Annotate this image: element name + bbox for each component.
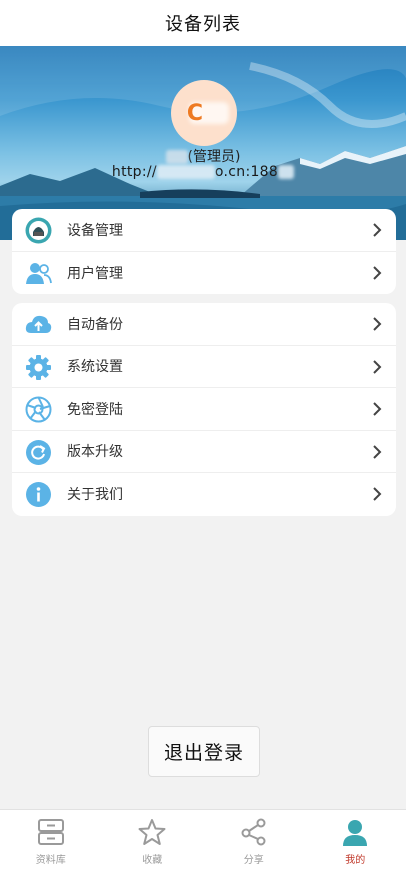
server-url: http:// o.cn:188 <box>0 164 406 180</box>
tab-library[interactable]: 资料库 <box>0 810 102 879</box>
chevron-right-icon <box>373 359 382 374</box>
aperture-icon <box>25 396 52 423</box>
username-mask <box>165 150 188 164</box>
menu-label: 免密登陆 <box>67 401 123 418</box>
tab-label: 收藏 <box>142 855 163 866</box>
bottom-tab-bar: 资料库 收藏 分享 我的 <box>0 809 406 879</box>
chevron-right-icon <box>373 317 382 331</box>
menu-item-passwordless-login[interactable]: 免密登陆 <box>12 388 396 431</box>
menu-item-version-upgrade[interactable]: 版本升级 <box>12 431 396 473</box>
share-icon <box>239 817 269 847</box>
menu-item-device-management[interactable]: 设备管理 <box>12 209 396 252</box>
menu-item-auto-backup[interactable]: 自动备份 <box>12 303 396 346</box>
url-mask <box>156 165 215 179</box>
top-bar: 设备列表 <box>0 0 406 46</box>
chevron-right-icon <box>373 265 382 280</box>
drawer-icon <box>36 817 66 847</box>
url-middle: o.cn:188 <box>214 164 279 180</box>
logout-button[interactable]: 退出登录 <box>148 726 260 777</box>
chevron-right-icon <box>373 223 382 237</box>
chevron-right-icon <box>373 487 382 501</box>
menu-label: 自动备份 <box>67 316 123 333</box>
app-root: 设备列表 C (管理员) http:// o.cn:188 设备管理 用户管理 自… <box>0 0 406 879</box>
chevron-right-icon <box>373 402 382 416</box>
menu-item-system-settings[interactable]: 系统设置 <box>12 346 396 388</box>
menu-item-user-management[interactable]: 用户管理 <box>12 252 396 295</box>
refresh-icon <box>25 439 52 466</box>
person-icon <box>340 817 370 847</box>
role-label: (管理员) <box>187 149 241 165</box>
chevron-right-icon <box>373 444 382 459</box>
tab-label: 资料库 <box>35 855 66 866</box>
menu-label: 设备管理 <box>67 222 123 239</box>
avatar-letter: C <box>186 100 204 126</box>
info-icon <box>25 481 52 508</box>
menu-label: 版本升级 <box>67 444 123 461</box>
tab-mine[interactable]: 我的 <box>305 810 406 879</box>
avatar[interactable]: C <box>171 80 237 146</box>
tab-label: 我的 <box>345 855 366 866</box>
menu-card-system: 自动备份 系统设置 免密登陆 版本升级 关于我们 <box>12 303 396 516</box>
cloud-upload-icon <box>25 311 52 338</box>
menu-label: 用户管理 <box>67 265 123 282</box>
page-title: 设备列表 <box>165 14 241 35</box>
tab-favorites[interactable]: 收藏 <box>102 810 204 879</box>
tab-label: 分享 <box>243 855 264 866</box>
star-icon <box>137 817 167 847</box>
url-mask-end <box>278 165 295 179</box>
menu-label: 系统设置 <box>67 359 123 376</box>
gear-icon <box>25 354 52 381</box>
user-role: (管理员) <box>0 146 406 166</box>
menu-label: 关于我们 <box>67 487 123 504</box>
device-management-icon <box>25 217 52 244</box>
users-icon <box>25 260 52 287</box>
url-prefix: http:// <box>111 164 157 180</box>
menu-card-account: 设备管理 用户管理 <box>12 209 396 294</box>
menu-item-about-us[interactable]: 关于我们 <box>12 473 396 516</box>
tab-share[interactable]: 分享 <box>203 810 305 879</box>
